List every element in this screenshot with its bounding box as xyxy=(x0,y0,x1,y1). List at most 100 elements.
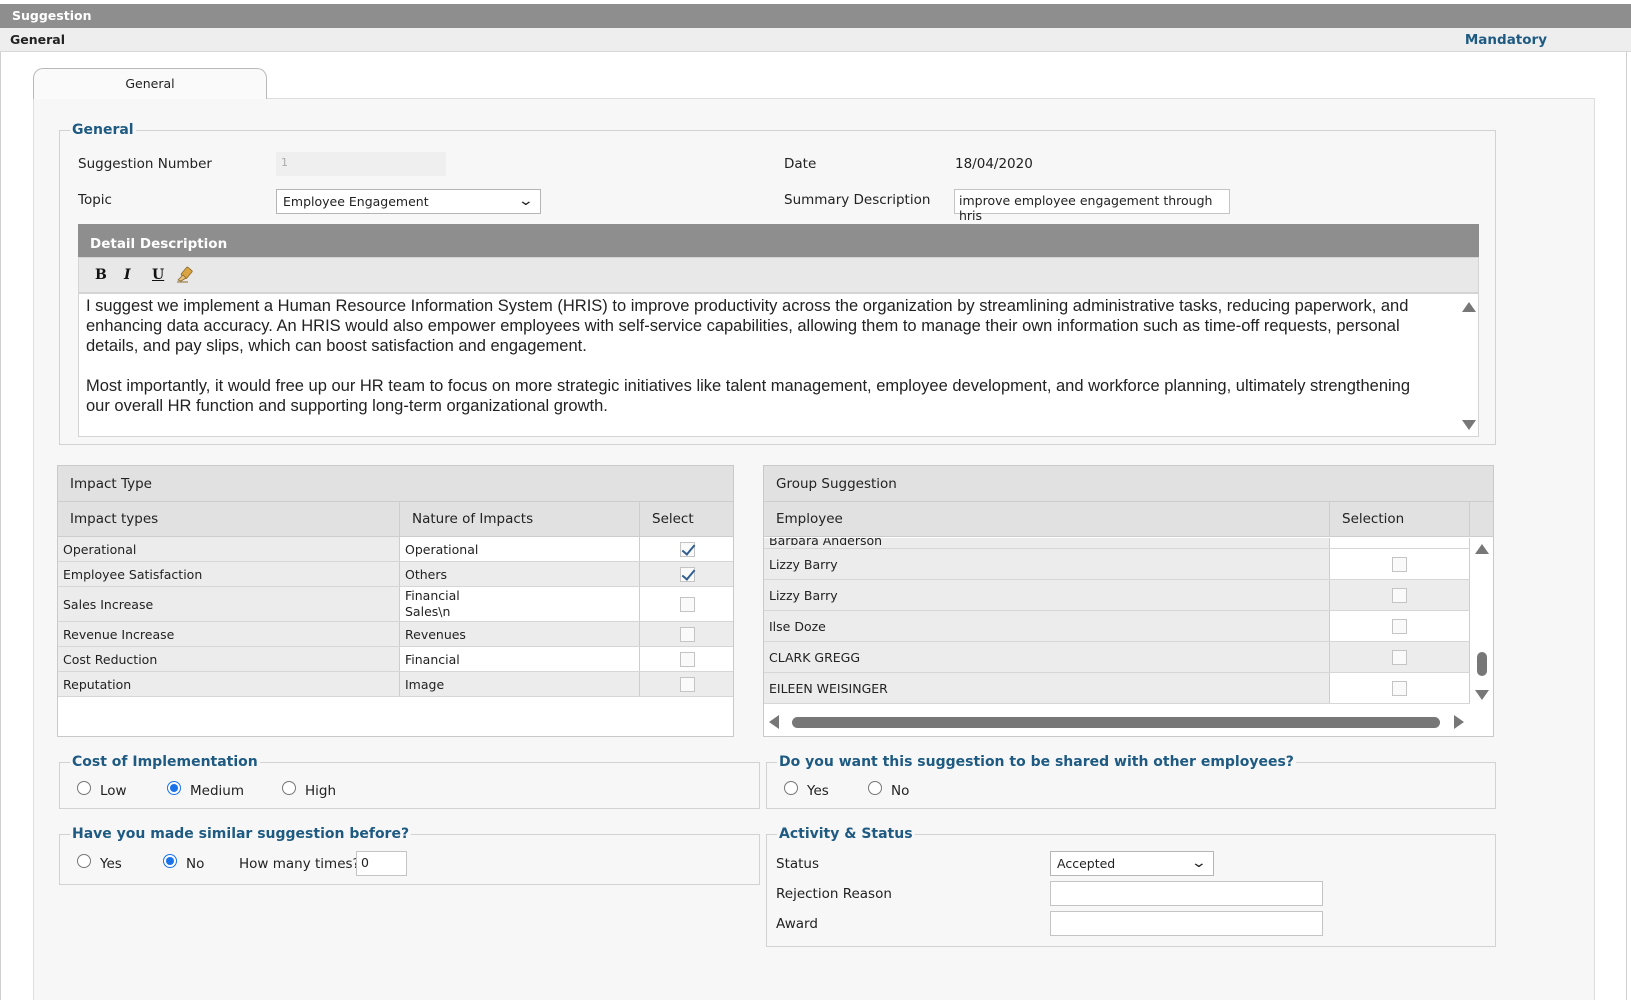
tab-general[interactable]: General xyxy=(33,68,267,99)
cost-medium-radio[interactable] xyxy=(167,781,181,795)
impact-type-cell: Operational xyxy=(58,537,400,561)
scroll-right-icon[interactable] xyxy=(1454,715,1464,729)
group-suggestion-grid: Group Suggestion Employee Selection Barb… xyxy=(763,465,1494,737)
column-employee[interactable]: Employee xyxy=(764,502,1330,537)
editor-toolbar: B I U xyxy=(78,257,1479,293)
table-row[interactable]: EILEEN WEISINGER xyxy=(764,673,1470,704)
select-cell xyxy=(640,622,733,646)
scroll-up-icon[interactable] xyxy=(1462,302,1476,312)
chevron-down-icon: ⌄ xyxy=(517,193,535,209)
table-row[interactable]: Reputation Image xyxy=(58,672,733,697)
italic-button[interactable]: I xyxy=(124,267,131,283)
group-rows-viewport[interactable]: Barbara Anderson Lizzy Barry Lizzy Barry… xyxy=(764,538,1470,706)
nature-cell: Image xyxy=(400,672,640,696)
table-row[interactable]: CLARK GREGG xyxy=(764,642,1470,673)
impact-checkbox[interactable] xyxy=(680,566,695,582)
vertical-scroll-thumb[interactable] xyxy=(1477,652,1487,676)
how-many-times-label: How many times? xyxy=(239,856,360,872)
impact-checkbox[interactable] xyxy=(680,626,695,642)
award-field[interactable] xyxy=(1050,911,1323,936)
mandatory-link[interactable]: Mandatory xyxy=(1465,32,1547,48)
table-row[interactable]: Cost Reduction Financial xyxy=(58,647,733,672)
summary-field[interactable]: improve employee engagement through hris xyxy=(954,189,1230,223)
left-border xyxy=(0,52,1,1000)
table-row[interactable]: Employee Satisfaction Others xyxy=(58,562,733,587)
similar-yes-radio[interactable] xyxy=(77,854,91,868)
bold-button[interactable]: B xyxy=(95,267,107,283)
impact-type-grid: Impact Type Impact types Nature of Impac… xyxy=(57,465,734,737)
selection-cell xyxy=(1330,549,1470,579)
tab-general-label: General xyxy=(125,76,175,91)
vertical-scrollbar[interactable] xyxy=(1470,538,1493,706)
detail-description-editor[interactable]: I suggest we implement a Human Resource … xyxy=(78,293,1479,437)
table-row[interactable]: Barbara Anderson xyxy=(764,538,1470,549)
impact-type-header: Impact types Nature of Impacts Select xyxy=(58,502,733,537)
table-row[interactable]: Ilse Doze xyxy=(764,611,1470,642)
share-no-radio[interactable] xyxy=(868,781,882,795)
share-yes-radio[interactable] xyxy=(784,781,798,795)
group-suggestion-header: Employee Selection xyxy=(764,502,1493,537)
employee-checkbox[interactable] xyxy=(1392,587,1407,603)
window-title-bar: Suggestion xyxy=(0,4,1631,28)
cost-legend: Cost of Implementation xyxy=(72,754,258,770)
impact-checkbox[interactable] xyxy=(680,596,695,612)
table-row[interactable]: Lizzy Barry xyxy=(764,580,1470,611)
column-selection[interactable]: Selection xyxy=(1330,502,1470,537)
selection-cell xyxy=(1330,673,1470,703)
date-value: 18/04/2020 xyxy=(955,156,1033,172)
status-select[interactable]: Accepted ⌄ xyxy=(1050,851,1214,876)
employee-checkbox[interactable] xyxy=(1392,618,1407,634)
summary-label: Summary Description xyxy=(784,192,931,208)
rejection-reason-field[interactable] xyxy=(1050,881,1323,906)
nature-line-1: Financial xyxy=(405,588,460,603)
suggestion-number-field: 1 xyxy=(276,152,446,176)
topic-label: Topic xyxy=(78,192,112,208)
date-label: Date xyxy=(784,156,817,172)
selection-cell xyxy=(1330,538,1470,548)
eraser-icon[interactable] xyxy=(176,265,194,283)
nature-cell: Revenues xyxy=(400,622,640,646)
employee-cell: EILEEN WEISINGER xyxy=(764,673,1330,703)
select-cell xyxy=(640,562,733,586)
window-title: Suggestion xyxy=(12,8,92,23)
impact-checkbox[interactable] xyxy=(680,651,695,667)
horizontal-scroll-thumb[interactable] xyxy=(792,717,1440,728)
status-select-value: Accepted xyxy=(1057,856,1116,871)
employee-checkbox[interactable] xyxy=(1392,556,1407,572)
table-row[interactable]: Revenue Increase Revenues xyxy=(58,622,733,647)
employee-checkbox[interactable] xyxy=(1392,649,1407,665)
table-row[interactable]: Operational Operational xyxy=(58,537,733,562)
impact-type-cell: Sales Increase xyxy=(58,587,400,621)
similar-legend: Have you made similar suggestion before? xyxy=(72,826,410,842)
topic-select[interactable]: Employee Engagement ⌄ xyxy=(276,189,541,214)
how-many-times-field[interactable]: 0 xyxy=(356,851,407,876)
scroll-down-icon[interactable] xyxy=(1462,420,1476,430)
nature-line-2: Sales\n xyxy=(405,604,451,619)
cost-fieldset: Cost of Implementation xyxy=(59,754,760,809)
section-title: General xyxy=(10,32,65,47)
column-impact-types[interactable]: Impact types xyxy=(58,502,400,537)
cost-high-radio[interactable] xyxy=(282,781,296,795)
scroll-left-icon[interactable] xyxy=(769,715,779,729)
activity-legend: Activity & Status xyxy=(779,826,913,842)
impact-checkbox[interactable] xyxy=(680,541,695,557)
impact-checkbox[interactable] xyxy=(680,676,695,692)
select-cell xyxy=(640,587,733,621)
status-label: Status xyxy=(776,856,820,872)
similar-no-radio[interactable] xyxy=(163,854,177,868)
scroll-up-icon[interactable] xyxy=(1475,544,1489,554)
underline-button[interactable]: U xyxy=(152,267,164,283)
column-select[interactable]: Select xyxy=(640,502,733,537)
employee-checkbox[interactable] xyxy=(1392,680,1407,696)
table-row[interactable]: Sales Increase Financial Sales\n xyxy=(58,587,733,622)
table-row[interactable]: Lizzy Barry xyxy=(764,549,1470,580)
similar-no-label: No xyxy=(186,856,205,872)
nature-cell: Financial xyxy=(400,647,640,671)
employee-cell: Barbara Anderson xyxy=(764,538,1330,548)
cost-low-radio[interactable] xyxy=(77,781,91,795)
scroll-down-icon[interactable] xyxy=(1475,690,1489,700)
column-nature-of-impacts[interactable]: Nature of Impacts xyxy=(400,502,640,537)
cost-medium-label: Medium xyxy=(190,783,244,799)
share-no-label: No xyxy=(891,783,910,799)
horizontal-scrollbar[interactable] xyxy=(764,706,1470,736)
